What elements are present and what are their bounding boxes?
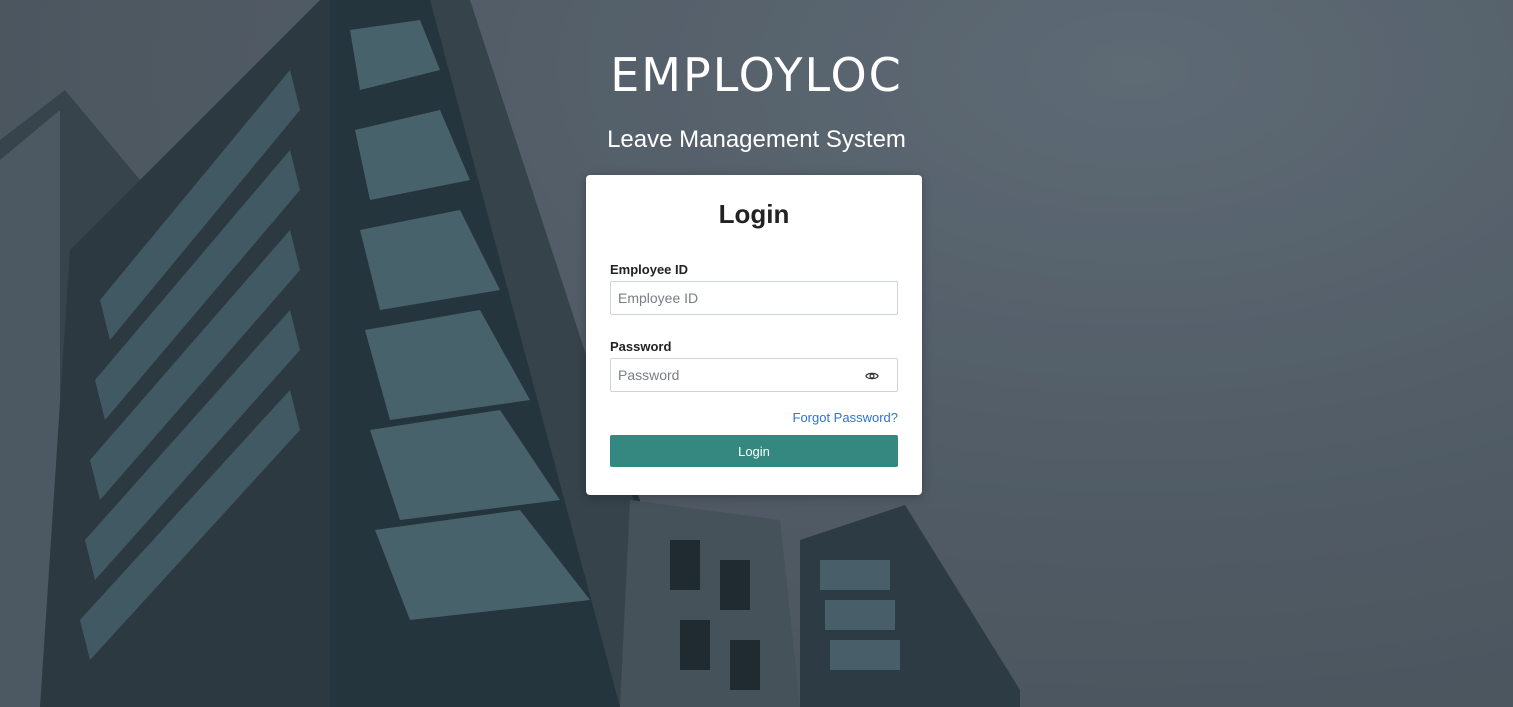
login-card: Login Employee ID Password Forgot Passwo… [586, 175, 922, 495]
brand-logo: EMPLOYLOC [610, 48, 903, 102]
forgot-password-link[interactable]: Forgot Password? [610, 410, 899, 425]
password-input[interactable] [611, 359, 897, 391]
app-subtitle: Leave Management System [607, 126, 906, 153]
employee-id-input[interactable] [611, 282, 897, 314]
password-field-wrapper [610, 358, 898, 392]
employee-id-label: Employee ID [610, 262, 689, 277]
login-title: Login [718, 199, 790, 229]
login-button[interactable]: Login [610, 435, 898, 467]
eye-icon[interactable] [865, 369, 879, 383]
password-label: Password [610, 339, 672, 354]
employee-id-field-wrapper [610, 281, 898, 315]
